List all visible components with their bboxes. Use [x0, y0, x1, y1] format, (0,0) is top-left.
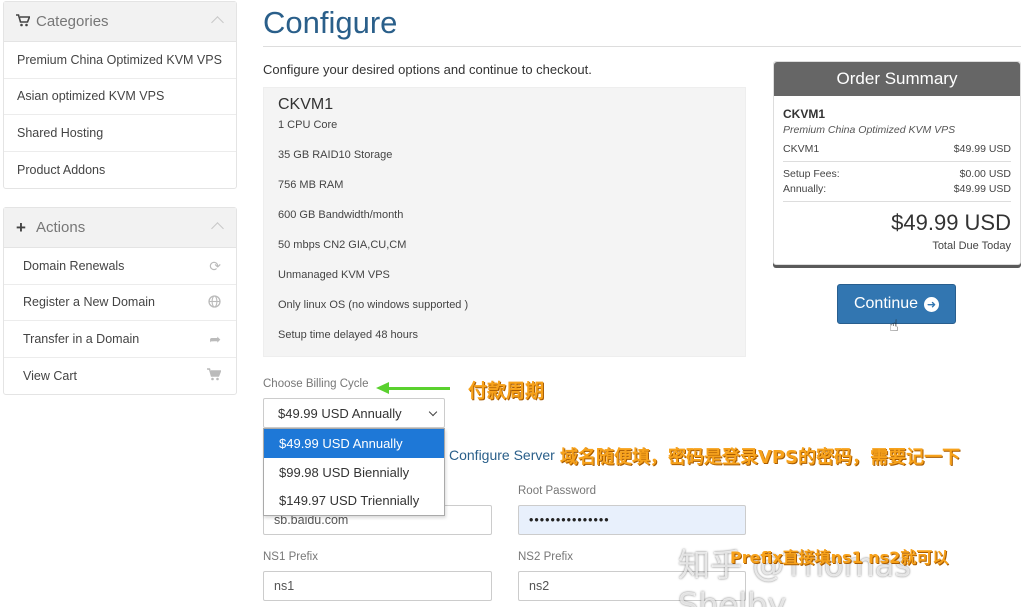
annually-value: $49.99 USD [953, 183, 1011, 195]
line-item-label: CKVM1 [783, 143, 820, 155]
action-register-domain[interactable]: Register a New Domain [4, 285, 236, 321]
product-feature: Setup time delayed 48 hours [278, 329, 419, 341]
arrow-right-circle-icon: ➜ [924, 296, 940, 312]
action-label: View Cart [23, 368, 77, 383]
order-summary-title: Order Summary [774, 62, 1020, 96]
action-view-cart[interactable]: View Cart [4, 358, 236, 395]
action-label: Register a New Domain [23, 295, 155, 310]
root-password-label: Root Password [518, 485, 596, 497]
divider [783, 161, 1011, 162]
product-info-box: CKVM1 1 CPU Core 35 GB RAID10 Storage 75… [263, 87, 746, 357]
billing-option[interactable]: $49.99 USD Annually [264, 429, 444, 458]
root-password-input[interactable]: ••••••••••••••• [518, 505, 746, 535]
category-item[interactable]: Shared Hosting [4, 115, 236, 152]
actions-header[interactable]: + Actions [4, 208, 236, 248]
summary-setup-fees: Setup Fees: $0.00 USD [783, 168, 1011, 180]
page-title: Configure [263, 5, 398, 40]
billing-cycle-dropdown: $49.99 USD Annually $99.98 USD Bienniall… [263, 428, 445, 516]
chevron-up-icon[interactable] [211, 16, 224, 29]
billing-option[interactable]: $99.98 USD Biennially [264, 458, 444, 487]
categories-header[interactable]: Categories [4, 2, 236, 42]
server-annotation: 域名随便填，密码是登录VPS的密码，需要记一下 [560, 447, 961, 468]
product-feature: Only linux OS (no windows supported ) [278, 299, 469, 311]
category-item[interactable]: Asian optimized KVM VPS [4, 79, 236, 115]
chevron-down-icon [428, 407, 438, 417]
summary-total: $49.99 USD [891, 210, 1011, 235]
action-label: Transfer in a Domain [23, 331, 140, 346]
summary-total-label: Total Due Today [932, 240, 1011, 252]
cart-icon [16, 13, 36, 30]
categories-panel: Categories Premium China Optimized KVM V… [3, 1, 237, 189]
billing-cycle-select[interactable]: $49.99 USD Annually [263, 398, 445, 428]
globe-icon [208, 294, 221, 311]
line-item-value: $49.99 USD [953, 143, 1011, 155]
order-summary: Order Summary CKVM1 Premium China Optimi… [773, 61, 1021, 265]
categories-title: Categories [36, 13, 109, 30]
plus-icon: + [16, 217, 26, 237]
arrow-annotation-line [388, 387, 450, 390]
action-transfer-domain[interactable]: Transfer in a Domain ➦ [4, 321, 236, 358]
product-feature: 600 GB Bandwidth/month [278, 209, 404, 221]
billing-option[interactable]: $149.97 USD Triennially [264, 486, 444, 515]
summary-product-name: CKVM1 [783, 107, 826, 121]
category-item[interactable]: Premium China Optimized KVM VPS [4, 42, 236, 79]
divider [263, 46, 1021, 47]
configure-server-heading: Configure Server [449, 447, 555, 463]
refresh-icon: ⟳ [209, 258, 221, 274]
cart-icon [207, 367, 222, 384]
action-label: Domain Renewals [23, 258, 125, 273]
ns1-input[interactable]: ns1 [263, 571, 492, 601]
actions-title: Actions [36, 219, 86, 236]
ns2-label: NS2 Prefix [518, 551, 573, 563]
share-arrow-icon: ➦ [209, 331, 221, 347]
annually-label: Annually: [783, 183, 827, 195]
product-feature: 756 MB RAM [278, 179, 344, 191]
summary-product-group: Premium China Optimized KVM VPS [783, 124, 956, 136]
action-domain-renewals[interactable]: Domain Renewals ⟳ [4, 248, 236, 285]
intro-text: Configure your desired options and conti… [263, 62, 592, 77]
ns-annotation: Prefix直接填ns1 ns2就可以 [730, 548, 949, 567]
chevron-up-icon[interactable] [211, 222, 224, 235]
continue-label: Continue [853, 295, 919, 312]
setup-fees-label: Setup Fees: [783, 168, 840, 180]
ns1-label: NS1 Prefix [263, 551, 318, 563]
product-feature: 1 CPU Core [278, 119, 338, 131]
billing-annotation: 付款周期 [468, 380, 545, 402]
divider [783, 201, 1011, 202]
setup-fees-value: $0.00 USD [959, 168, 1011, 180]
actions-panel: + Actions Domain Renewals ⟳ Register a N… [3, 207, 237, 395]
billing-cycle-value: $49.99 USD Annually [278, 406, 402, 421]
product-feature: 50 mbps CN2 GIA,CU,CM [278, 239, 407, 251]
hand-cursor-icon: ☝ [889, 318, 899, 335]
product-feature: 35 GB RAID10 Storage [278, 149, 393, 161]
summary-annually: Annually: $49.99 USD [783, 183, 1011, 195]
summary-line-item: CKVM1 $49.99 USD [783, 143, 1011, 155]
category-item[interactable]: Product Addons [4, 152, 236, 189]
product-name: CKVM1 [278, 96, 334, 113]
billing-cycle-label: Choose Billing Cycle [263, 378, 369, 390]
product-feature: Unmanaged KVM VPS [278, 269, 390, 281]
